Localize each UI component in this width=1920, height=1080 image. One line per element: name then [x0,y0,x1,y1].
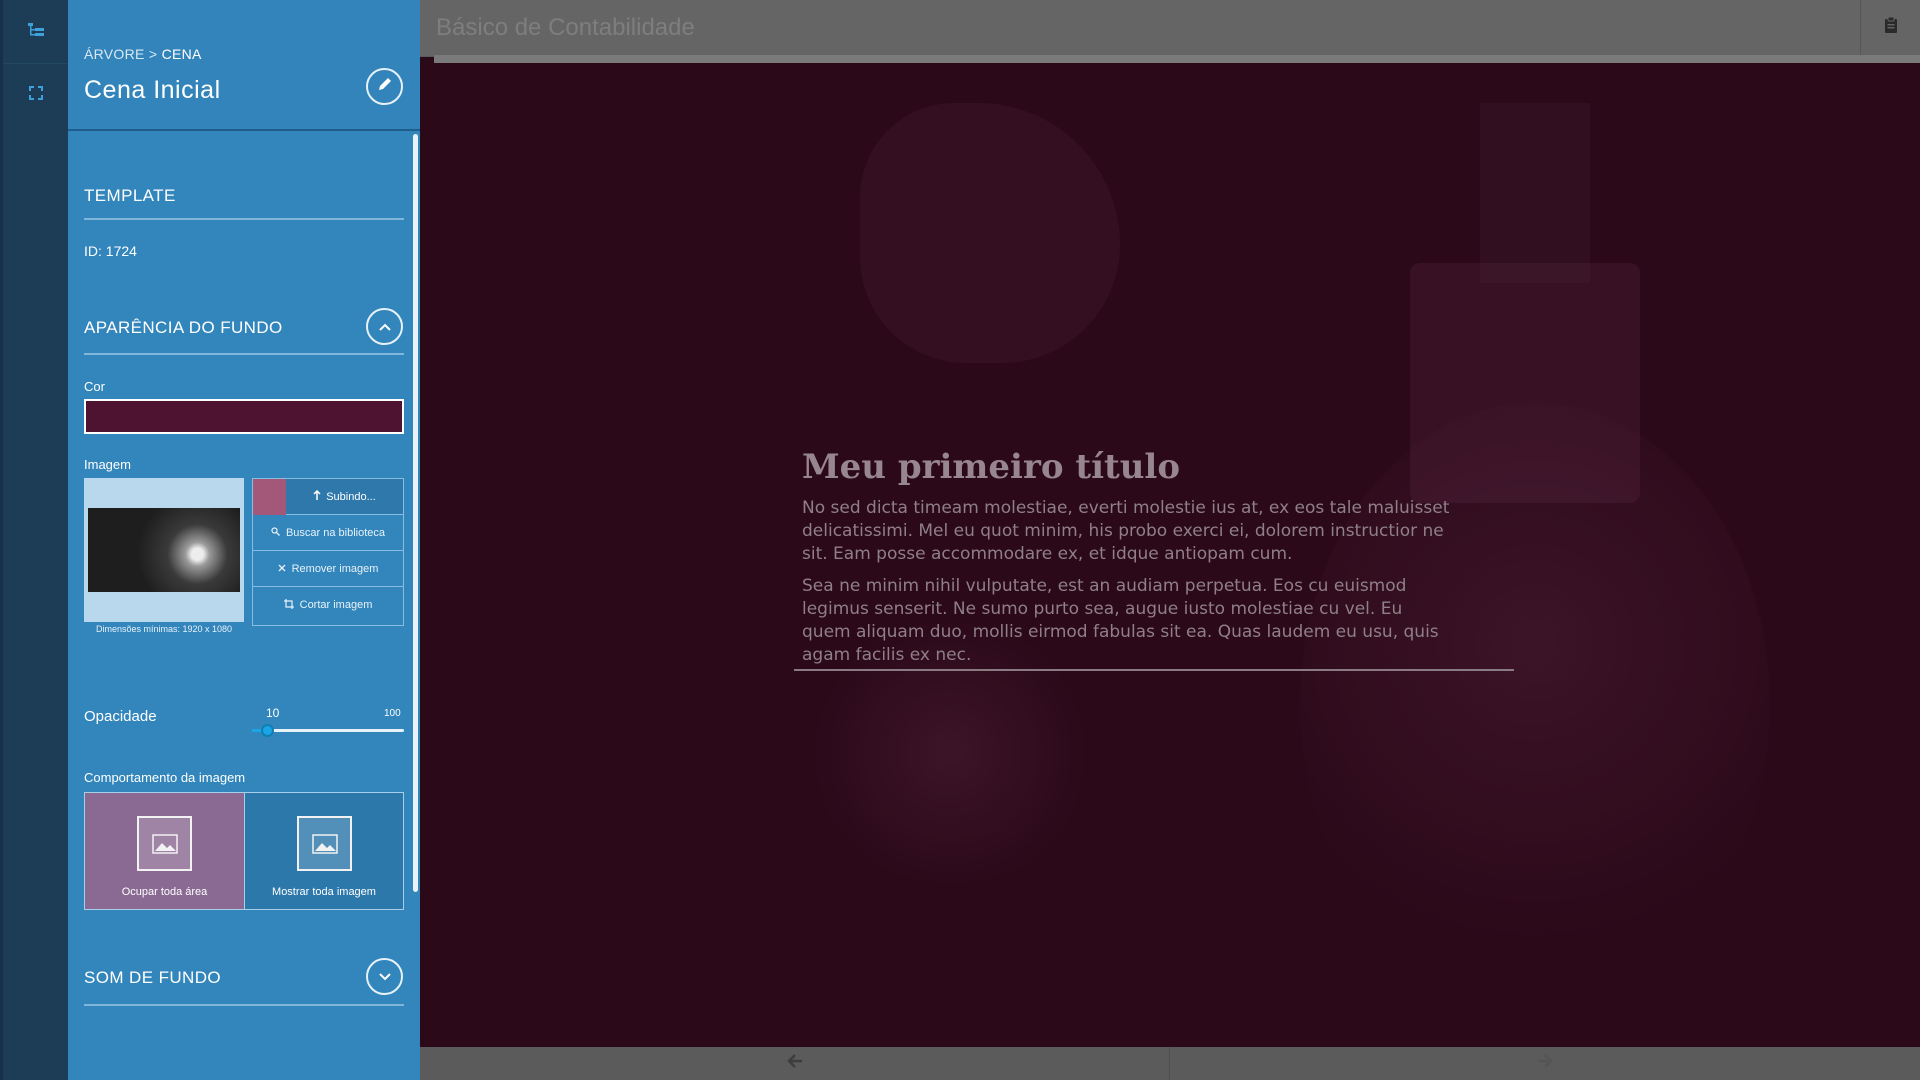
edit-scene-button[interactable] [366,68,403,105]
scene-navigation [420,1047,1920,1080]
chevron-down-icon [378,968,391,986]
arrow-right-icon [1537,1054,1553,1073]
chevron-up-icon [378,318,391,336]
template-id: ID: 1724 [84,243,137,259]
opacity-slider-thumb[interactable] [261,724,275,737]
image-behavior-label: Comportamento da imagem [84,770,246,785]
content-divider [794,669,1514,671]
close-icon [278,563,286,575]
content-paragraph-2[interactable]: Sea ne minim nihil vulputate, est an aud… [802,575,1452,667]
divider [84,218,404,220]
opacity-value: 10 [266,706,280,720]
content-title[interactable]: Meu primeiro título [802,447,1452,487]
upload-label: Subindo... [326,490,376,503]
breadcrumb: ÁRVORE > CENA [84,46,202,62]
upload-image-button[interactable]: Subindo... [253,479,403,515]
clipboard-button[interactable] [1860,0,1920,55]
divider [84,353,404,355]
scene-title: Cena Inicial [84,76,221,104]
collapse-background-button[interactable] [366,308,403,345]
sidebar-scrollbar[interactable] [413,134,418,892]
show-whole-image-option[interactable]: Mostrar toda imagem [244,793,403,909]
search-library-button[interactable]: Buscar na biblioteca [253,515,403,551]
remove-image-label: Remover imagem [291,562,379,575]
fullscreen-icon [28,85,43,105]
icon-rail [0,0,68,1080]
image-color-swatch [253,479,286,515]
scene-canvas[interactable]: Meu primeiro título No sed dicta timeam … [420,63,1920,1047]
breadcrumb-root[interactable]: ÁRVORE [84,46,145,62]
fill-area-option[interactable]: Ocupar toda área [85,793,244,909]
scene-progress-bar [434,55,1920,63]
breadcrumb-current: CENA [161,46,202,62]
opacity-label: Opacidade [84,708,157,725]
background-image-shape [860,103,1120,363]
previous-scene-button[interactable] [420,1047,1170,1080]
sidebar-header: ÁRVORE > CENA Cena Inicial [68,0,420,131]
image-preview[interactable] [84,478,244,622]
template-section-title: TEMPLATE [84,186,176,205]
crop-image-button[interactable]: Cortar imagem [253,587,403,623]
next-scene-button[interactable] [1170,1047,1920,1080]
properties-sidebar: ÁRVORE > CENA Cena Inicial TEMPLATE ID: … [68,0,420,1080]
content-paragraph-1[interactable]: No sed dicta timeam molestiae, everti mo… [802,497,1452,566]
arrow-left-icon [786,1054,803,1073]
clipboard-icon [1884,16,1898,39]
search-library-label: Buscar na biblioteca [285,526,386,539]
sound-section-title: SOM DE FUNDO [84,968,222,987]
breadcrumb-separator: > [148,46,158,62]
expand-sound-button[interactable] [366,958,403,995]
arrow-up-icon [313,489,321,503]
background-section-title: APARÊNCIA DO FUNDO [84,318,283,337]
show-whole-image-label: Mostrar toda imagem [272,886,376,898]
fill-area-label: Ocupar toda área [121,886,208,898]
image-label: Imagem [84,457,131,472]
crop-image-label: Cortar imagem [299,599,373,611]
opacity-slider[interactable] [252,724,404,737]
image-icon [137,816,192,871]
opacity-max: 100 [384,708,401,719]
tree-icon [27,23,44,42]
divider [84,1004,404,1006]
search-icon [271,526,280,539]
remove-image-button[interactable]: Remover imagem [253,551,403,587]
image-icon [297,816,352,871]
tree-view-button[interactable] [3,2,68,64]
image-behavior-options: Ocupar toda área Mostrar toda imagem [84,792,404,910]
pencil-icon [378,77,392,96]
lightbulb-thumbnail [88,508,240,592]
scene-content[interactable]: Meu primeiro título No sed dicta timeam … [802,447,1452,667]
document-title: Básico de Contabilidade [436,14,695,41]
color-picker-field[interactable] [84,399,404,434]
image-dimensions-hint: Dimensões mínimas: 1920 x 1080 [95,624,233,634]
crop-icon [283,598,294,612]
fullscreen-button[interactable] [3,64,68,126]
editor-topbar: Básico de Contabilidade [420,0,1920,57]
image-actions: Subindo... Buscar na biblioteca Remover … [252,478,404,626]
color-label: Cor [84,379,105,394]
background-image-shape [1480,103,1590,283]
